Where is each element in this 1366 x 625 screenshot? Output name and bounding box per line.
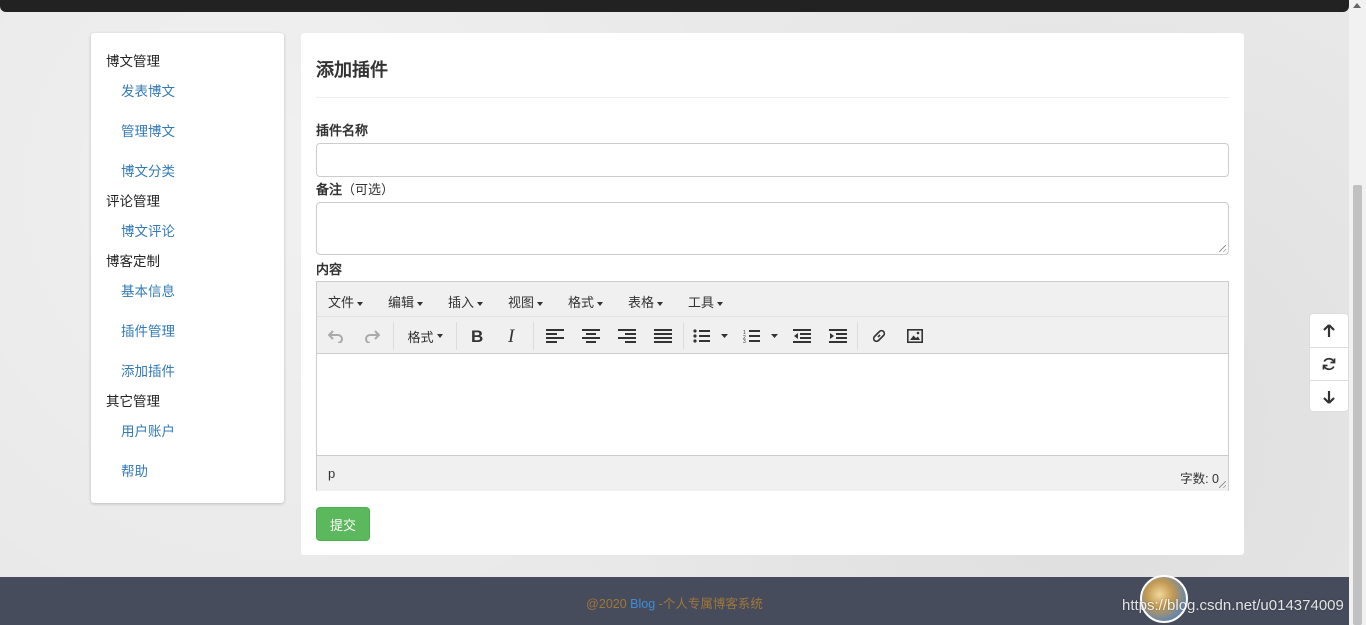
format-dropdown[interactable]: 格式 (400, 325, 450, 347)
sidebar-item-help[interactable]: 帮助 (121, 460, 148, 480)
numbered-list-icon[interactable]: 123 (742, 325, 782, 347)
arrow-down-icon (1323, 391, 1335, 404)
caret-down-icon (657, 301, 664, 306)
toolbar-separator (393, 322, 394, 350)
caret-down-icon (477, 301, 484, 306)
refresh-icon (1322, 357, 1336, 371)
watermark: https://blog.csdn.net/u014374009 (1122, 597, 1344, 614)
sidebar-item-post-comments[interactable]: 博文评论 (121, 220, 175, 240)
note-textarea[interactable] (316, 202, 1229, 255)
align-center-icon[interactable] (581, 325, 601, 347)
menu-format[interactable]: 格式 (568, 292, 604, 311)
toolbar-separator (857, 322, 858, 350)
undo-icon[interactable] (326, 325, 346, 347)
plugin-name-input[interactable] (316, 143, 1229, 177)
sidebar-item-post-categories[interactable]: 博文分类 (121, 160, 175, 180)
menu-file[interactable]: 文件 (328, 292, 364, 311)
note-optional-text: （可选） (342, 182, 395, 197)
image-icon[interactable] (905, 325, 925, 347)
bullet-list-icon[interactable] (692, 325, 732, 347)
element-path[interactable]: p (328, 466, 335, 481)
arrow-up-icon (1323, 323, 1335, 337)
scrollbar-thumb[interactable] (1353, 185, 1362, 625)
caret-down-icon (597, 301, 604, 306)
main-panel: 添加插件 插件名称 备注（可选） 内容 文件 编辑 插入 视图 格式 表格 工具 (301, 33, 1244, 555)
caret-down-icon (417, 301, 424, 306)
menu-table[interactable]: 表格 (628, 292, 664, 311)
svg-text:3: 3 (743, 339, 746, 343)
top-navbar (0, 0, 1349, 12)
page-title: 添加插件 (316, 60, 388, 80)
redo-icon[interactable] (362, 325, 382, 347)
sidebar-item-manage-posts[interactable]: 管理博文 (121, 120, 175, 140)
sidebar-item-plugin-management[interactable]: 插件管理 (121, 320, 175, 340)
menu-tools[interactable]: 工具 (688, 292, 724, 311)
sidebar-group-other: 其它管理 (106, 394, 160, 409)
sidebar-item-user-account[interactable]: 用户账户 (121, 420, 175, 440)
link-icon[interactable] (869, 325, 889, 347)
sidebar-group-posts: 博文管理 (106, 54, 160, 69)
sidebar: 博文管理 发表博文 管理博文 博文分类 评论管理 博文评论 博客定制 基本信息 … (91, 33, 284, 503)
italic-icon[interactable]: I (503, 325, 523, 347)
content-label: 内容 (316, 262, 343, 277)
toolbar-separator (533, 322, 534, 350)
menu-view[interactable]: 视图 (508, 292, 544, 311)
sidebar-item-publish-post[interactable]: 发表博文 (121, 80, 175, 100)
resize-grip-icon[interactable] (1219, 481, 1226, 488)
caret-down-icon (436, 334, 443, 338)
editor-toolbar: 格式 B I 1 2 3 (317, 317, 1228, 354)
sidebar-group-customize: 博客定制 (106, 254, 160, 269)
svg-text:B: B (471, 328, 483, 344)
indent-icon[interactable] (828, 325, 848, 347)
bold-icon[interactable]: B (467, 325, 487, 347)
sidebar-item-add-plugin[interactable]: 添加插件 (121, 360, 175, 380)
page-scrollbar[interactable] (1349, 0, 1366, 625)
toolbar-separator (683, 322, 684, 350)
editor-statusbar: p 字数: 0 (317, 455, 1228, 491)
editor-content-area[interactable] (317, 354, 1228, 455)
outdent-icon[interactable] (792, 325, 812, 347)
title-divider (316, 97, 1229, 98)
note-label: 备注（可选） (316, 179, 394, 198)
scroll-tools (1309, 313, 1349, 412)
sidebar-item-basic-info[interactable]: 基本信息 (121, 280, 175, 300)
resize-grip-icon[interactable] (1219, 245, 1226, 252)
menu-edit[interactable]: 编辑 (388, 292, 424, 311)
note-label-text: 备注 (316, 182, 343, 197)
scroll-bottom-button[interactable] (1310, 380, 1348, 413)
footer-blog-link[interactable]: Blog (630, 597, 655, 611)
svg-text:I: I (507, 328, 516, 344)
menu-insert[interactable]: 插入 (448, 292, 484, 311)
toolbar-separator (456, 322, 457, 350)
refresh-button[interactable] (1310, 347, 1348, 380)
sidebar-group-comments: 评论管理 (106, 194, 160, 209)
align-justify-icon[interactable] (653, 325, 673, 347)
scroll-up-arrow-icon[interactable] (1353, 3, 1361, 8)
caret-down-icon (717, 301, 724, 306)
caret-down-icon (537, 301, 544, 306)
plugin-name-label: 插件名称 (316, 123, 369, 138)
rich-text-editor: 文件 编辑 插入 视图 格式 表格 工具 格式 B I 1 2 3 p 字数: … (316, 281, 1229, 491)
align-left-icon[interactable] (545, 325, 565, 347)
align-right-icon[interactable] (617, 325, 637, 347)
caret-down-icon (357, 301, 364, 306)
submit-button[interactable]: 提交 (316, 507, 370, 541)
word-count: 字数: 0 (1180, 472, 1219, 486)
scroll-top-button[interactable] (1310, 314, 1348, 347)
editor-menubar: 文件 编辑 插入 视图 格式 表格 工具 (317, 282, 1228, 317)
